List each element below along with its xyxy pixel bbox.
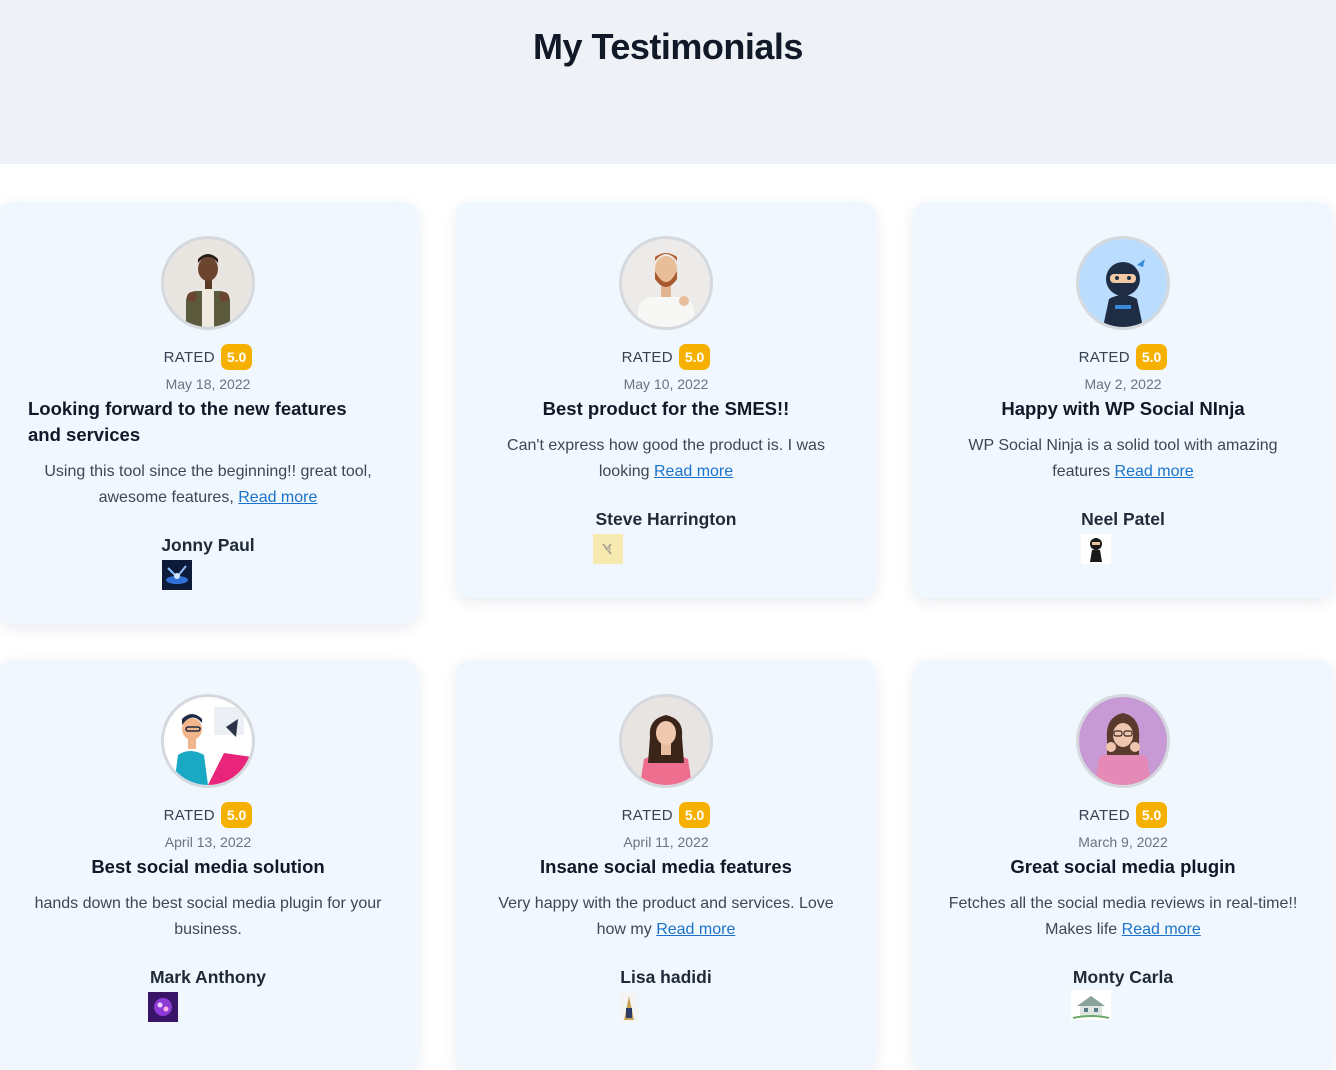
testimonial-card: RATED 5.0 April 13, 2022 Best social med… bbox=[0, 660, 418, 1070]
read-more-link[interactable]: Read more bbox=[656, 921, 735, 938]
author-name: Neel Patel bbox=[1081, 509, 1165, 529]
testimonial-card: RATED 5.0 April 11, 2022 Insane social m… bbox=[456, 660, 876, 1070]
review-title: Looking forward to the new features and … bbox=[28, 398, 347, 445]
rated-label: RATED bbox=[163, 348, 215, 366]
ninja-logo-icon bbox=[1081, 534, 1111, 564]
rated-label: RATED bbox=[621, 348, 673, 366]
ninja-avatar-icon bbox=[1076, 236, 1170, 330]
review-date: May 10, 2022 bbox=[623, 376, 709, 392]
review-text: Using this tool since the beginning!! gr… bbox=[26, 459, 390, 511]
review-date: March 9, 2022 bbox=[1078, 834, 1168, 850]
author-name: Steve Harrington bbox=[595, 509, 737, 529]
review-date: April 11, 2022 bbox=[623, 834, 709, 850]
author-name: Jonny Paul bbox=[161, 535, 255, 555]
rating-row: RATED 5.0 bbox=[913, 343, 1333, 371]
author-name: Monty Carla bbox=[1072, 967, 1174, 987]
platform-logo-icon bbox=[593, 534, 623, 564]
review-date: May 2, 2022 bbox=[1084, 376, 1162, 392]
rating-row: RATED 5.0 bbox=[913, 801, 1333, 829]
read-more-link[interactable]: Read more bbox=[238, 489, 317, 506]
review-text: hands down the best social media plugin … bbox=[26, 891, 390, 943]
review-title: Best product for the SMES!! bbox=[542, 398, 790, 419]
rated-label: RATED bbox=[621, 806, 673, 824]
page-title: My Testimonials bbox=[533, 26, 803, 67]
review-title: Insane social media features bbox=[540, 856, 792, 877]
read-more-link[interactable]: Read more bbox=[654, 463, 733, 480]
illustrated-man-avatar-icon bbox=[161, 694, 255, 788]
review-text: Fetches all the social media reviews in … bbox=[941, 891, 1305, 943]
testimonial-card: RATED 5.0 May 10, 2022 Best product for … bbox=[456, 202, 876, 598]
testimonial-card: RATED 5.0 May 2, 2022 Happy with WP Soci… bbox=[913, 202, 1333, 598]
rating-row: RATED 5.0 bbox=[456, 343, 876, 371]
house-logo-icon bbox=[1071, 990, 1111, 1020]
review-text: Can't express how good the product is. I… bbox=[484, 433, 848, 485]
testimonial-card: RATED 5.0 May 18, 2022 Looking forward t… bbox=[0, 202, 418, 624]
rating-badge: 5.0 bbox=[220, 344, 253, 370]
review-text: WP Social Ninja is a solid tool with ama… bbox=[941, 433, 1305, 485]
platform-logo-icon bbox=[148, 992, 178, 1022]
review-text-content: hands down the best social media plugin … bbox=[34, 895, 382, 938]
rating-badge: 5.0 bbox=[220, 802, 253, 828]
page-header: My Testimonials bbox=[0, 0, 1336, 164]
review-title: Great social media plugin bbox=[1010, 856, 1236, 877]
review-title: Best social media solution bbox=[91, 856, 325, 877]
platform-logo-icon bbox=[620, 992, 638, 1022]
rating-row: RATED 5.0 bbox=[456, 801, 876, 829]
rated-label: RATED bbox=[1078, 348, 1130, 366]
rating-row: RATED 5.0 bbox=[0, 801, 418, 829]
testimonial-card: RATED 5.0 March 9, 2022 Great social med… bbox=[913, 660, 1333, 1070]
rating-badge: 5.0 bbox=[1135, 802, 1168, 828]
woman-avatar-icon bbox=[619, 694, 713, 788]
read-more-link[interactable]: Read more bbox=[1115, 463, 1194, 480]
author-name: Lisa hadidi bbox=[620, 967, 712, 987]
rating-badge: 5.0 bbox=[678, 802, 711, 828]
review-title: Happy with WP Social NInja bbox=[1001, 398, 1245, 419]
platform-logo-icon bbox=[162, 560, 192, 590]
review-text: Very happy with the product and services… bbox=[484, 891, 848, 943]
surprised-woman-avatar-icon bbox=[1076, 694, 1170, 788]
man-avatar-icon bbox=[161, 236, 255, 330]
review-text-content: Using this tool since the beginning!! gr… bbox=[44, 463, 372, 506]
bearded-man-avatar-icon bbox=[619, 236, 713, 330]
rating-row: RATED 5.0 bbox=[0, 343, 418, 371]
rated-label: RATED bbox=[1078, 806, 1130, 824]
review-date: May 18, 2022 bbox=[165, 376, 251, 392]
read-more-link[interactable]: Read more bbox=[1122, 921, 1201, 938]
rating-badge: 5.0 bbox=[1135, 344, 1168, 370]
rating-badge: 5.0 bbox=[678, 344, 711, 370]
review-date: April 13, 2022 bbox=[164, 834, 252, 850]
rated-label: RATED bbox=[163, 806, 215, 824]
author-name: Mark Anthony bbox=[149, 967, 267, 987]
